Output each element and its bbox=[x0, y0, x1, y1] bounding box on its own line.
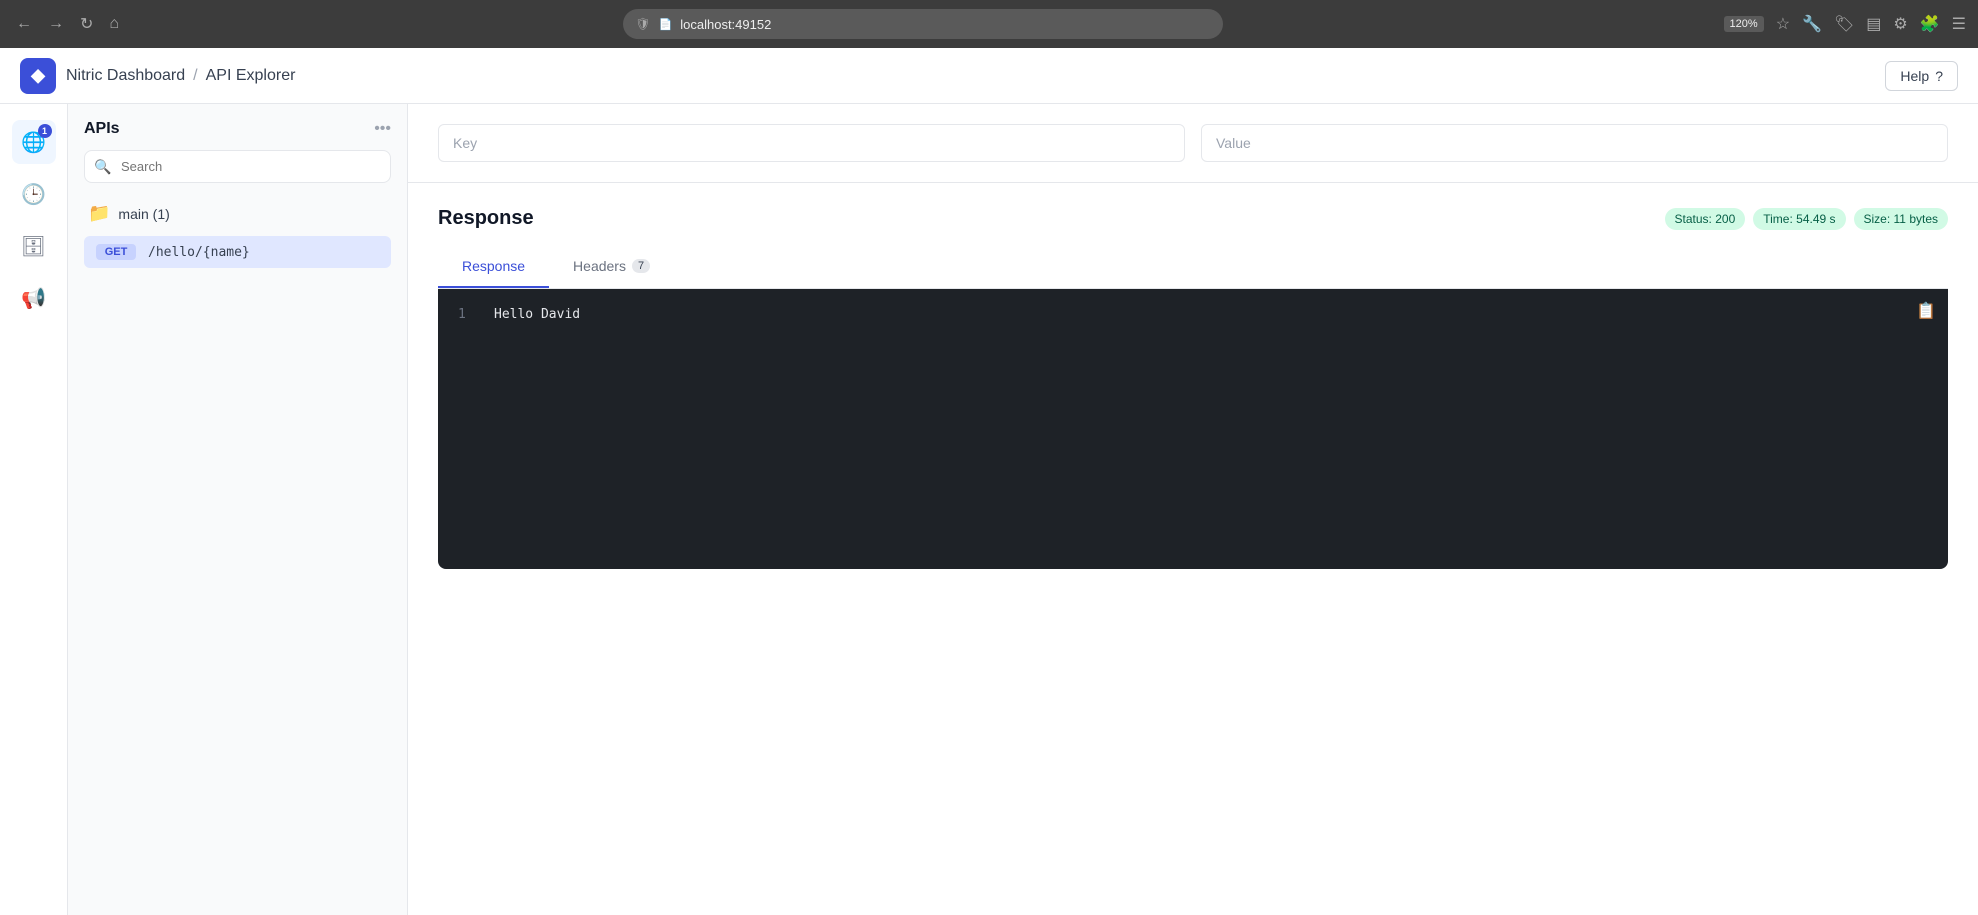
menu-icon[interactable]: ☰ bbox=[1952, 14, 1966, 34]
response-tabs: Response Headers 7 bbox=[438, 246, 1948, 289]
line-numbers: 1 bbox=[458, 305, 478, 553]
size-badge: Size: 11 bytes bbox=[1854, 208, 1948, 230]
pocket-icon[interactable]: 🏷 bbox=[1834, 14, 1854, 34]
value-input[interactable] bbox=[1201, 124, 1948, 162]
reader-icon[interactable]: ▤ bbox=[1866, 14, 1881, 34]
header-left: ◆ Nitric Dashboard / API Explorer bbox=[20, 58, 295, 94]
tab-headers[interactable]: Headers 7 bbox=[549, 246, 674, 288]
breadcrumb-separator: / bbox=[193, 67, 197, 85]
help-label: Help bbox=[1900, 68, 1929, 84]
home-button[interactable]: ⌂ bbox=[105, 11, 123, 37]
code-area: 1 Hello David 📋 bbox=[438, 289, 1948, 569]
api-group-header[interactable]: 📁 main (1) bbox=[84, 195, 391, 232]
icon-sidebar: 🌐 1 🕒 🗄 📢 bbox=[0, 104, 68, 915]
storage-icon: 🗄 bbox=[21, 234, 46, 259]
zoom-level: 120% bbox=[1724, 16, 1764, 32]
api-sidebar: APIs ••• 🔍 📁 main (1) GET /hello/{name} bbox=[68, 104, 408, 915]
tab-response-label: Response bbox=[462, 258, 525, 274]
api-endpoint[interactable]: GET /hello/{name} bbox=[84, 236, 391, 268]
back-button[interactable]: ← bbox=[12, 11, 36, 37]
sidebar-title: APIs bbox=[84, 120, 120, 138]
devtools-icon[interactable]: ⚙ bbox=[1893, 14, 1907, 34]
sidebar-item-storage[interactable]: 🗄 bbox=[12, 224, 56, 268]
code-line-1: Hello David bbox=[494, 305, 580, 326]
response-badges: Status: 200 Time: 54.49 s Size: 11 bytes bbox=[1665, 208, 1948, 230]
sidebar-menu-button[interactable]: ••• bbox=[374, 120, 391, 138]
code-content: Hello David bbox=[494, 305, 580, 553]
app-name: Nitric Dashboard bbox=[66, 67, 185, 85]
security-icon: 🛡 bbox=[635, 17, 650, 31]
logo-icon: ◆ bbox=[20, 58, 56, 94]
headers-count: 7 bbox=[632, 259, 650, 273]
tab-response[interactable]: Response bbox=[438, 246, 549, 288]
key-value-row bbox=[438, 124, 1948, 162]
response-section: Response Status: 200 Time: 54.49 s Size:… bbox=[408, 183, 1978, 593]
search-icon: 🔍 bbox=[94, 158, 111, 175]
folder-icon: 📁 bbox=[88, 203, 110, 224]
history-icon: 🕒 bbox=[21, 182, 46, 207]
page-icon: 📄 bbox=[659, 18, 673, 31]
status-badge: Status: 200 bbox=[1665, 208, 1746, 230]
response-title: Response bbox=[438, 207, 534, 230]
extensions-icon[interactable]: 🧩 bbox=[1920, 14, 1940, 34]
sidebar-item-apis[interactable]: 🌐 1 bbox=[12, 120, 56, 164]
key-input[interactable] bbox=[438, 124, 1185, 162]
key-value-section bbox=[408, 104, 1978, 183]
line-number-1: 1 bbox=[458, 305, 478, 326]
sidebar-item-history[interactable]: 🕒 bbox=[12, 172, 56, 216]
endpoint-path: /hello/{name} bbox=[148, 245, 250, 260]
reload-button[interactable]: ↻ bbox=[76, 10, 97, 38]
notifications-icon: 📢 bbox=[21, 286, 46, 311]
response-header: Response Status: 200 Time: 54.49 s Size:… bbox=[438, 207, 1948, 230]
apis-badge: 1 bbox=[38, 124, 52, 138]
tools-icon[interactable]: 🔧 bbox=[1802, 14, 1822, 34]
app-container: ◆ Nitric Dashboard / API Explorer Help ?… bbox=[0, 48, 1978, 915]
bookmark-icon[interactable]: ☆ bbox=[1776, 14, 1790, 34]
main-content: Response Status: 200 Time: 54.49 s Size:… bbox=[408, 104, 1978, 915]
address-bar[interactable]: 🛡 📄 localhost:49152 bbox=[623, 9, 1223, 39]
method-badge: GET bbox=[96, 244, 136, 260]
main-layout: 🌐 1 🕒 🗄 📢 APIs ••• 🔍 bbox=[0, 104, 1978, 915]
sidebar-header: APIs ••• bbox=[84, 120, 391, 138]
forward-button[interactable]: → bbox=[44, 11, 68, 37]
url-display: localhost:49152 bbox=[680, 17, 771, 32]
copy-button[interactable]: 📋 bbox=[1916, 301, 1936, 321]
help-icon: ? bbox=[1935, 68, 1943, 84]
search-input[interactable] bbox=[84, 150, 391, 183]
api-group: 📁 main (1) GET /hello/{name} bbox=[84, 195, 391, 268]
page-name: API Explorer bbox=[206, 67, 296, 85]
api-group-name: main (1) bbox=[118, 206, 169, 222]
help-button[interactable]: Help ? bbox=[1885, 61, 1958, 91]
sidebar-item-notifications[interactable]: 📢 bbox=[12, 276, 56, 320]
time-badge: Time: 54.49 s bbox=[1753, 208, 1845, 230]
tab-headers-label: Headers bbox=[573, 258, 626, 274]
browser-actions: 120% ☆ 🔧 🏷 ▤ ⚙ 🧩 ☰ bbox=[1724, 14, 1966, 34]
app-header: ◆ Nitric Dashboard / API Explorer Help ? bbox=[0, 48, 1978, 104]
browser-chrome: ← → ↻ ⌂ 🛡 📄 localhost:49152 120% ☆ 🔧 🏷 ▤… bbox=[0, 0, 1978, 48]
sidebar-search: 🔍 bbox=[84, 150, 391, 183]
breadcrumb: Nitric Dashboard / API Explorer bbox=[66, 67, 295, 85]
